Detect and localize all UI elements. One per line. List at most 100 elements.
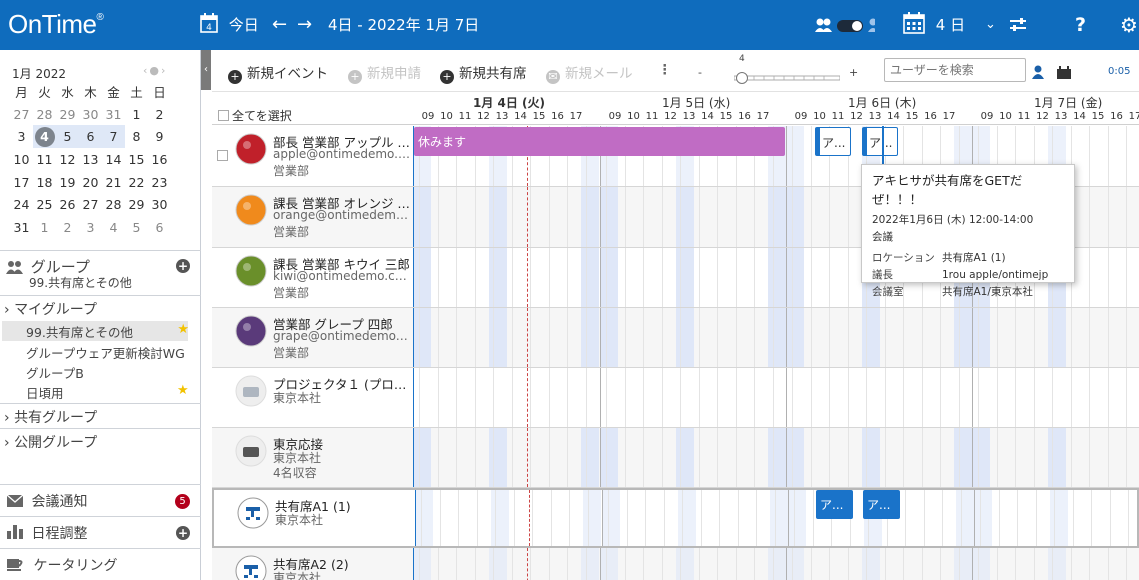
zoom-slider[interactable] <box>733 69 841 84</box>
row-checkbox[interactable] <box>217 150 228 161</box>
day-cell[interactable]: 5 <box>56 125 79 149</box>
day-header-label[interactable]: 1月 7日 (金) <box>1034 94 1102 111</box>
logo[interactable]: OnTime® <box>8 9 104 40</box>
day-cell[interactable]: 9 <box>148 125 171 148</box>
new-mail-button[interactable]: ✉ 新規メール <box>546 62 633 84</box>
zoom-plus[interactable]: + <box>849 66 858 79</box>
time-cells[interactable] <box>413 368 1139 427</box>
day-cell[interactable]: 10 <box>10 148 33 171</box>
day-cell[interactable]: 26 <box>56 193 79 216</box>
day-cell[interactable]: 13 <box>79 148 102 171</box>
day-cell[interactable]: 3 <box>10 125 33 148</box>
day-cell[interactable]: 29 <box>56 103 79 126</box>
day-cell[interactable]: 18 <box>33 171 56 194</box>
day-cell[interactable]: 23 <box>148 171 171 194</box>
day-cell[interactable]: 15 <box>125 148 148 171</box>
day-cell[interactable]: 3 <box>79 216 102 239</box>
collapse-sidebar-button[interactable]: ‹ <box>201 50 211 90</box>
time-cells[interactable]: ア... ア... <box>415 490 1139 546</box>
day-cell[interactable]: 14 <box>102 148 125 171</box>
grid-line <box>1033 308 1035 367</box>
new-shared-seat-button[interactable]: + 新規共有席 <box>440 62 527 84</box>
my-group-item[interactable]: グループウェア更新検討WG <box>26 343 227 362</box>
time-cells[interactable] <box>413 548 1139 580</box>
day-cell[interactable]: 16 <box>148 148 171 171</box>
add-group-button[interactable]: + <box>176 259 190 273</box>
time-cells[interactable] <box>413 428 1139 487</box>
day-cell[interactable]: 30 <box>148 193 171 216</box>
resource-row[interactable]: 共有席A1 (1) 東京本社 ア... ア... <box>212 488 1139 548</box>
resource-row[interactable]: プロジェクタ１ (プロジェクタ)東京本社 <box>212 368 1139 428</box>
day-cell[interactable]: 4 <box>102 216 125 239</box>
grid-line <box>1126 428 1127 487</box>
add-schedule-button[interactable]: + <box>176 526 190 540</box>
resource-row[interactable]: 共有席A2 (2) 東京本社 <box>212 548 1139 580</box>
day-cell[interactable]: 6 <box>148 216 171 239</box>
room-icon[interactable] <box>1057 64 1071 83</box>
day-cell[interactable]: 8 <box>125 125 148 148</box>
day-cell[interactable]: 7 <box>102 125 125 149</box>
new-event-button[interactable]: + 新規イベント <box>228 62 328 84</box>
my-group-item[interactable]: 99.共有席とその他 ★ <box>2 321 189 341</box>
today-button[interactable]: 4 今日 <box>200 12 259 38</box>
day-cell-today[interactable]: 4 <box>33 125 56 149</box>
event-block[interactable]: ア... <box>815 127 851 156</box>
person-icon[interactable] <box>1032 64 1044 83</box>
next-arrow-icon[interactable]: → <box>297 12 312 38</box>
gear-icon[interactable]: ⚙ <box>1120 12 1138 38</box>
star-icon[interactable]: ★ <box>177 322 189 337</box>
user-search-input[interactable] <box>884 58 1026 82</box>
prev-arrow-icon[interactable]: ← <box>272 12 287 38</box>
my-groups-toggle[interactable]: › マイグループ <box>4 299 205 319</box>
leave-event[interactable]: 休みます <box>414 127 785 156</box>
day-cell[interactable]: 19 <box>56 171 79 194</box>
day-cell[interactable]: 25 <box>33 193 56 216</box>
help-icon[interactable]: ? <box>1075 12 1086 38</box>
more-menu-icon[interactable]: ⋮ <box>658 62 672 78</box>
day-header-label[interactable]: 1月 4日 (火) <box>473 94 545 111</box>
day-cell[interactable]: 2 <box>148 103 171 126</box>
zoom-minus[interactable]: - <box>698 66 702 79</box>
day-cell[interactable]: 28 <box>102 193 125 216</box>
day-cell[interactable]: 17 <box>10 171 33 194</box>
day-cell[interactable]: 20 <box>79 171 102 194</box>
public-groups-toggle[interactable]: › 公開グループ <box>4 432 205 452</box>
day-cell[interactable]: 21 <box>102 171 125 194</box>
star-icon[interactable]: ★ <box>177 383 189 398</box>
day-cell[interactable]: 31 <box>102 103 125 126</box>
event-block[interactable]: ア... <box>816 490 853 519</box>
day-cell[interactable]: 11 <box>33 148 56 171</box>
day-cell[interactable]: 12 <box>56 148 79 171</box>
day-header-label[interactable]: 1月 6日 (木) <box>848 94 916 111</box>
day-cell[interactable]: 24 <box>10 193 33 216</box>
resource-row[interactable]: 東京応接 東京本社 4名収容 <box>212 428 1139 488</box>
my-group-item[interactable]: 日頃用 ★ <box>26 383 196 402</box>
day-cell[interactable]: 1 <box>125 103 148 126</box>
my-group-item[interactable]: グループB <box>26 363 227 382</box>
time-cells[interactable] <box>413 308 1139 367</box>
filter-settings-icon[interactable] <box>1010 15 1026 41</box>
day-cell[interactable]: 22 <box>125 171 148 194</box>
select-all-checkbox[interactable] <box>218 110 229 121</box>
mini-calendar-nav[interactable]: ‹●› <box>143 64 167 77</box>
catering[interactable]: ケータリング <box>7 555 208 575</box>
day-header-label[interactable]: 1月 5日 (水) <box>662 94 730 111</box>
chevron-down-icon[interactable]: ⌄ <box>985 12 996 38</box>
day-cell[interactable]: 31 <box>10 216 33 239</box>
day-cell[interactable]: 27 <box>79 193 102 216</box>
event-block[interactable]: ア... <box>863 490 900 519</box>
day-cell[interactable]: 29 <box>125 193 148 216</box>
day-cell[interactable]: 2 <box>56 216 79 239</box>
day-cell[interactable]: 30 <box>79 103 102 126</box>
event-block[interactable]: ア... <box>862 127 898 156</box>
resource-row[interactable]: 営業部 グレープ 四郎grape@ontimedemo.com営業部 <box>212 308 1139 368</box>
day-cell[interactable]: 5 <box>125 216 148 239</box>
day-cell[interactable]: 28 <box>33 103 56 126</box>
view-days-selector[interactable]: 4 日 <box>903 12 965 38</box>
shared-groups-toggle[interactable]: › 共有グループ <box>4 407 205 427</box>
group-toggle[interactable] <box>815 13 878 45</box>
day-cell[interactable]: 27 <box>10 103 33 126</box>
day-cell[interactable]: 6 <box>79 125 102 149</box>
new-request-button[interactable]: + 新規申請 <box>348 62 421 84</box>
day-cell[interactable]: 1 <box>33 216 56 239</box>
